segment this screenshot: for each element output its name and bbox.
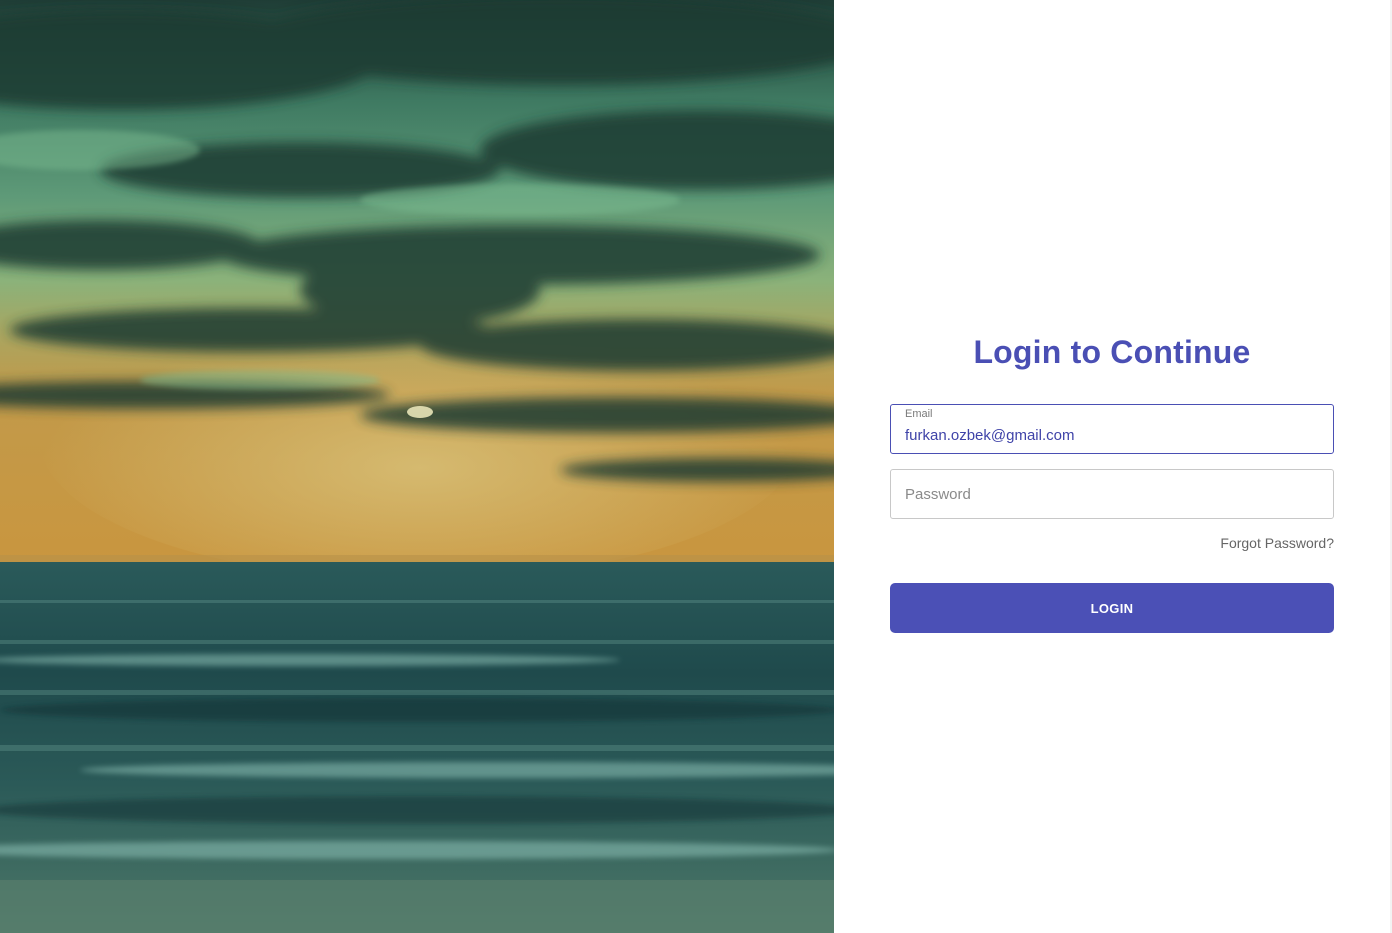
forgot-row: Forgot Password? [890,535,1334,553]
seascape-sunset-image [0,0,834,933]
password-input[interactable] [905,470,1319,518]
email-field[interactable]: Email [890,404,1334,454]
login-page: Login to Continue Email Forgot Password?… [0,0,1392,933]
login-panel: Login to Continue Email Forgot Password?… [834,0,1392,933]
email-label: Email [905,408,933,420]
forgot-password-link[interactable]: Forgot Password? [1220,535,1334,551]
page-title: Login to Continue [973,334,1251,370]
hero-image [0,0,834,933]
password-field[interactable] [890,469,1334,519]
login-button[interactable]: LOGIN [890,583,1334,633]
email-input[interactable] [905,420,1319,451]
login-form: Login to Continue Email Forgot Password?… [890,330,1334,633]
